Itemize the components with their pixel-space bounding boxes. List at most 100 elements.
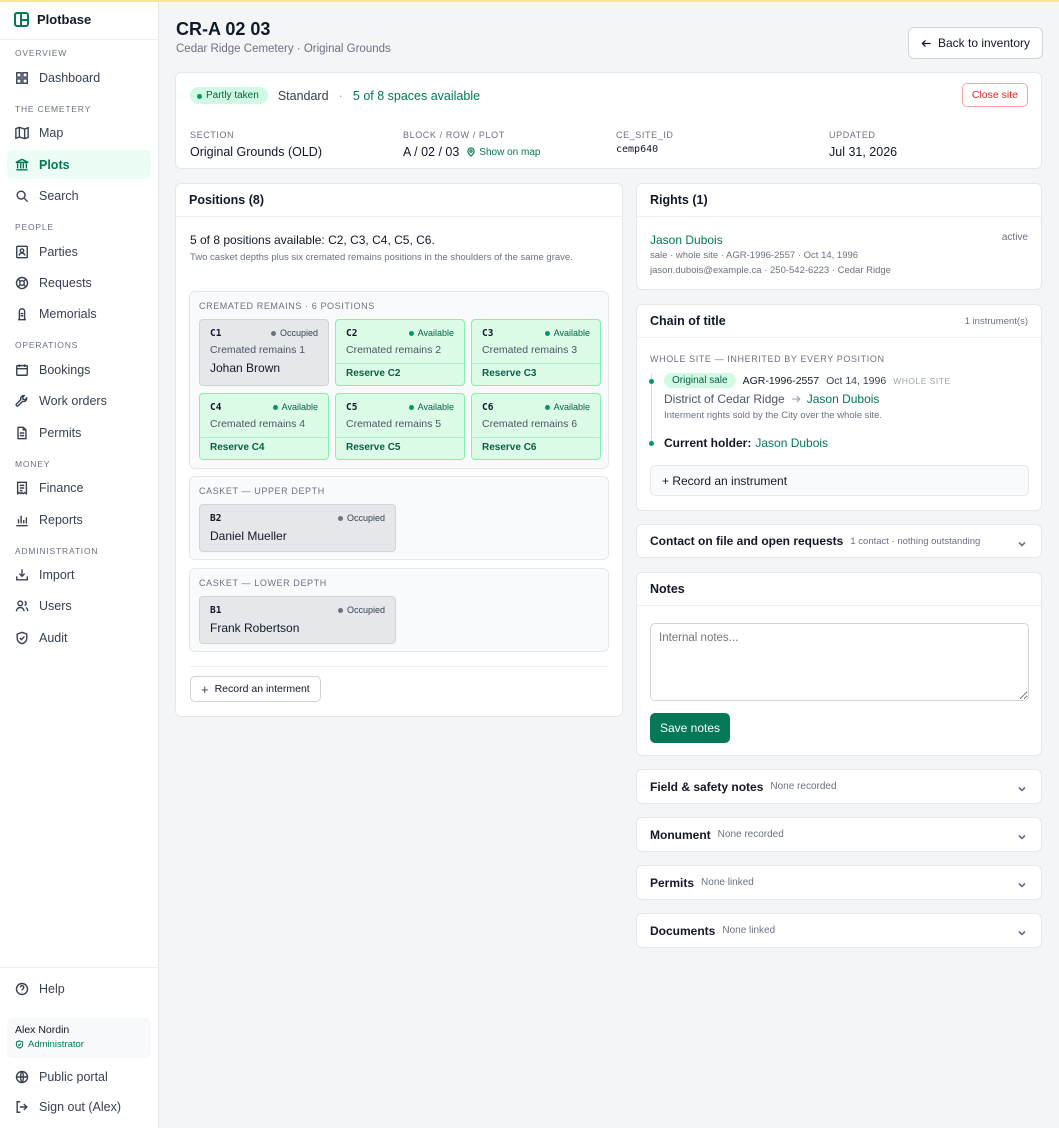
availability-text: 5 of 8 spaces available xyxy=(352,88,481,103)
save-notes-button[interactable]: Save notes xyxy=(650,713,730,743)
sidebar-item-memorials[interactable]: Memorials xyxy=(7,299,151,328)
status-dot-icon xyxy=(544,330,550,336)
reserve-c6-button[interactable]: Reserve C6 xyxy=(472,437,600,460)
back-to-inventory-button[interactable]: Back to inventory xyxy=(908,27,1043,59)
sidebar-item-public-portal[interactable]: Public portal xyxy=(7,1062,151,1091)
position-slot-c1[interactable]: C1 Occupied Cremated remains 1 Johan Bro… xyxy=(199,319,329,386)
status-badge: Available xyxy=(272,402,318,412)
position-slot-c2[interactable]: C2 Available Cremated remains 2 Reserve … xyxy=(335,319,465,386)
section-title: Monument xyxy=(650,827,711,842)
show-on-map-link[interactable]: Show on map xyxy=(466,147,540,158)
user-profile[interactable]: Alex Nordin Administrator xyxy=(7,1018,151,1058)
sidebar-item-reports[interactable]: Reports xyxy=(7,505,151,534)
chevron-down-icon xyxy=(1017,830,1027,840)
sidebar-item-import[interactable]: Import xyxy=(7,560,151,589)
permits-section[interactable]: Permits None linked xyxy=(636,865,1042,900)
contact-requests-section[interactable]: Contact on file and open requests 1 cont… xyxy=(636,524,1042,558)
sidebar-item-label: Sign out (Alex) xyxy=(39,1099,121,1114)
sidebar-item-plots[interactable]: Plots xyxy=(7,150,151,179)
record-instrument-button[interactable]: + Record an instrument xyxy=(650,465,1029,496)
chevron-down-icon xyxy=(1017,926,1027,936)
rights-header: Rights (1) xyxy=(637,184,1041,217)
transfer-to-link[interactable]: Jason Dubois xyxy=(807,392,880,406)
nav-section-cemetery: THE CEMETERY xyxy=(15,104,92,114)
reserve-c4-button[interactable]: Reserve C4 xyxy=(200,437,328,460)
cremated-remains-group: CREMATED REMAINS · 6 POSITIONS C1 Occupi… xyxy=(189,291,609,469)
close-site-button[interactable]: Close site xyxy=(961,83,1028,107)
sidebar-item-users[interactable]: Users xyxy=(7,591,151,620)
sidebar-item-permits[interactable]: Permits xyxy=(7,418,151,447)
sidebar-item-audit[interactable]: Audit xyxy=(7,623,151,652)
status-label: Available xyxy=(553,328,590,338)
instrument-row: Original sale AGR-1996-2557 Oct 14, 1996… xyxy=(664,373,951,388)
sidebar-item-requests[interactable]: Requests xyxy=(7,268,151,297)
status-dot-icon xyxy=(337,515,343,521)
position-slot-b1[interactable]: B1 Occupied Frank Robertson xyxy=(199,596,396,644)
separator-dot: · xyxy=(338,88,343,103)
status-dot-icon xyxy=(272,404,278,410)
sidebar-item-label: Audit xyxy=(39,630,68,645)
sidebar-item-sign-out[interactable]: Sign out (Alex) xyxy=(7,1092,151,1121)
nav-section-money: MONEY xyxy=(15,459,51,469)
current-holder-row: Current holder: Jason Dubois xyxy=(664,436,828,450)
position-slot-c6[interactable]: C6 Available Cremated remains 6 Reserve … xyxy=(471,393,601,460)
internal-notes-textarea[interactable] xyxy=(650,623,1029,701)
slot-code: C1 xyxy=(210,328,222,339)
sidebar-divider xyxy=(0,967,158,968)
shield-check-icon xyxy=(15,631,29,645)
position-slot-c3[interactable]: C3 Available Cremated remains 3 Reserve … xyxy=(471,319,601,386)
chevron-down-icon xyxy=(1017,782,1027,792)
status-row: Partly taken Standard · 5 of 8 spaces av… xyxy=(190,87,480,104)
rights-detail: sale · whole site · AGR-1996-2557 · Oct … xyxy=(650,250,859,261)
page-title: CR-A 02 03 xyxy=(176,19,271,39)
sidebar-item-parties[interactable]: Parties xyxy=(7,237,151,266)
instrument-date: Oct 14, 1996 xyxy=(826,374,887,387)
status-dot-icon xyxy=(337,607,343,613)
record-interment-button[interactable]: + Record an interment xyxy=(190,676,321,702)
status-badge: Available xyxy=(408,328,454,338)
slot-code: C6 xyxy=(482,402,494,413)
contact-card-icon xyxy=(15,245,29,259)
position-slot-c4[interactable]: C4 Available Cremated remains 4 Reserve … xyxy=(199,393,329,460)
rights-contact: jason.dubois@example.ca · 250-542-6223 ·… xyxy=(650,265,891,276)
section-label: SECTION xyxy=(190,130,235,140)
sidebar-item-label: Permits xyxy=(39,425,82,440)
position-slot-b2[interactable]: B2 Occupied Daniel Mueller xyxy=(199,504,396,552)
sidebar-item-work-orders[interactable]: Work orders xyxy=(7,386,151,415)
sidebar-item-search[interactable]: Search xyxy=(7,181,151,210)
brand[interactable]: Plotbase xyxy=(0,0,158,40)
search-icon xyxy=(15,189,29,203)
field-safety-notes-section[interactable]: Field & safety notes None recorded xyxy=(636,769,1042,804)
divider xyxy=(190,666,608,667)
reserve-c3-button[interactable]: Reserve C3 xyxy=(472,363,600,386)
position-slot-c5[interactable]: C5 Available Cremated remains 5 Reserve … xyxy=(335,393,465,460)
current-holder-label: Current holder: xyxy=(664,436,752,450)
slot-description: Cremated remains 4 xyxy=(210,418,306,430)
current-holder-link[interactable]: Jason Dubois xyxy=(755,436,828,450)
sidebar-item-dashboard[interactable]: Dashboard xyxy=(7,63,151,92)
user-name: Alex Nordin xyxy=(15,1024,70,1036)
sidebar-item-bookings[interactable]: Bookings xyxy=(7,355,151,384)
reserve-c2-button[interactable]: Reserve C2 xyxy=(336,363,464,386)
sidebar-item-finance[interactable]: Finance xyxy=(7,473,151,502)
sign-out-icon xyxy=(15,1100,29,1114)
import-icon xyxy=(15,568,29,582)
slot-description: Cremated remains 1 xyxy=(210,344,306,356)
notes-card: Notes Save notes xyxy=(636,572,1042,756)
monument-section[interactable]: Monument None recorded xyxy=(636,817,1042,852)
status-badge: Available xyxy=(544,328,590,338)
section-title: Permits xyxy=(650,875,695,890)
sidebar: Plotbase OVERVIEW Dashboard THE CEMETERY… xyxy=(0,0,159,1128)
sidebar-item-help[interactable]: Help xyxy=(7,974,151,1003)
status-badge: Partly taken xyxy=(190,87,268,104)
section-summary: None recorded xyxy=(717,829,784,840)
page-subtitle: Cedar Ridge Cemetery · Original Grounds xyxy=(176,43,391,55)
memorial-icon xyxy=(15,307,29,321)
block-label: BLOCK / ROW / PLOT xyxy=(403,130,505,140)
documents-section[interactable]: Documents None linked xyxy=(636,913,1042,948)
rights-holder-link[interactable]: Jason Dubois xyxy=(650,233,723,247)
chain-of-title-card: Chain of title 1 instrument(s) WHOLE SIT… xyxy=(636,304,1042,511)
section-summary: None linked xyxy=(701,877,754,888)
reserve-c5-button[interactable]: Reserve C5 xyxy=(336,437,464,460)
sidebar-item-map[interactable]: Map xyxy=(7,118,151,147)
